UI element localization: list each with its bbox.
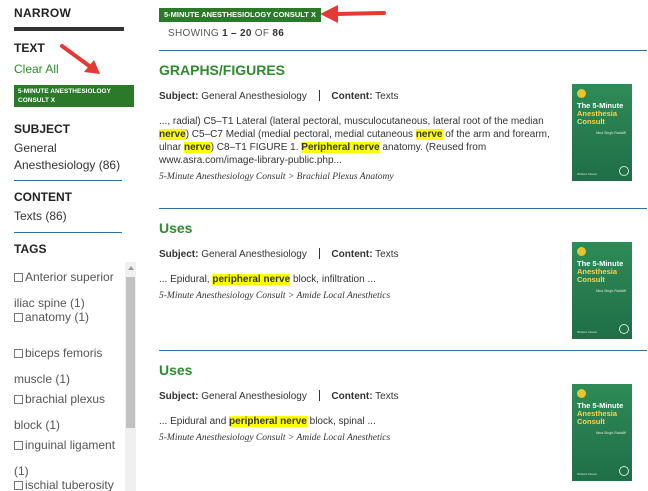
checkbox-icon[interactable] [14,273,23,282]
tag-filter-item[interactable]: Anterior superior iliac spine (1) [14,264,119,316]
narrow-divider [14,27,124,31]
result-snippet: ... Epidural, peripheral nerve block, in… [159,273,554,286]
search-highlight: Peripheral nerve [301,142,380,153]
publisher-logo-icon [577,89,586,98]
annotation-arrow-icon [60,44,100,74]
snippet-text: block, infiltration ... [290,274,376,285]
subject-label: Subject: [159,249,199,260]
result-title[interactable]: Uses [159,362,647,378]
search-highlight: nerve [159,129,186,140]
results-divider [159,350,647,351]
showing-label: SHOWING [168,28,219,39]
search-highlight: nerve [415,129,443,140]
search-highlight: peripheral nerve [212,274,291,285]
results-divider [159,50,647,51]
tag-label: ischial tuberosity [25,478,114,491]
cover-badge-icon [619,466,629,476]
snippet-text: ..., radial) C5–T1 Lateral (lateral pect… [159,116,544,127]
checkbox-icon[interactable] [14,349,23,358]
cover-publisher: Wolters Kluwer [577,472,598,476]
subject-value: General Anesthesiology [201,91,307,102]
showing-range: 1 – 20 [222,28,252,39]
cover-title: The 5-Minute Anesthesia Consult [577,259,624,284]
tags-filter-title: TAGS [14,242,47,256]
scroll-up-arrow-icon[interactable] [128,266,134,270]
showing-total: 86 [272,28,285,39]
content-label: Content: [331,391,373,402]
cover-editors: Nina Singh-Radcliff [596,431,626,435]
publisher-logo-icon [577,389,586,398]
active-filter-chip[interactable]: 5-MINUTE ANESTHESIOLOGY CONSULT X [14,85,134,107]
tag-label: Anterior superior iliac spine (1) [14,270,114,310]
book-cover-thumbnail[interactable]: The 5-Minute Anesthesia Consult Nina Singh… [572,84,632,181]
snippet-text: ... Epidural, [159,274,213,285]
tag-filter-item[interactable]: anatomy (1) [14,310,119,325]
meta-separator [318,90,320,101]
content-value: Texts [375,391,399,402]
active-filter-chip-top[interactable]: 5-MINUTE ANESTHESIOLOGY CONSULT X [159,8,321,22]
meta-separator [318,390,320,401]
tag-label: brachial plexus block (1) [14,392,106,432]
checkbox-icon[interactable] [14,313,23,322]
result-title[interactable]: Uses [159,220,647,236]
result-snippet: ... Epidural and peripheral nerve block,… [159,415,554,428]
snippet-text: block, spinal ... [306,416,376,427]
search-highlight: peripheral nerve [229,416,307,427]
content-filter-title: CONTENT [14,190,72,204]
content-value: Texts [375,249,399,260]
search-highlight: nerve [184,142,211,153]
checkbox-icon[interactable] [14,441,23,450]
subject-label: Subject: [159,91,199,102]
tag-filter-item[interactable]: brachial plexus block (1) [14,386,119,438]
checkbox-icon[interactable] [14,481,23,490]
content-divider [14,232,122,233]
of-label: OF [254,28,270,39]
result-title[interactable]: GRAPHS/FIGURES [159,62,647,78]
cover-publisher: Wolters Kluwer [577,172,598,176]
subject-filter-option[interactable]: General Anesthesiology (86) [14,140,129,174]
book-cover-thumbnail[interactable]: The 5-Minute Anesthesia Consult Nina Singh… [572,384,632,481]
content-value: Texts [375,91,399,102]
cover-publisher: Wolters Kluwer [577,330,598,334]
content-label: Content: [331,249,373,260]
tag-filter-item[interactable]: ischial tuberosity [14,478,119,491]
cover-title: The 5-Minute Anesthesia Consult [577,101,624,126]
cover-badge-icon [619,324,629,334]
cover-editors: Nina Singh-Radcliff [596,131,626,135]
checkbox-icon[interactable] [14,395,23,404]
content-filter-option[interactable]: Texts (86) [14,208,67,225]
result-snippet: ..., radial) C5–T1 Lateral (lateral pect… [159,115,554,167]
tag-filter-item[interactable]: inguinal ligament (1) [14,432,119,484]
tags-scrollbar-thumb[interactable] [126,277,135,428]
tag-filter-item[interactable]: biceps femoris muscle (1) [14,340,119,392]
cover-editors: Nina Singh-Radcliff [596,289,626,293]
content-label: Content: [331,91,373,102]
cover-badge-icon [619,166,629,176]
subject-divider [14,180,122,181]
subject-value: General Anesthesiology [201,391,307,402]
subject-filter-title: SUBJECT [14,122,71,136]
tag-label: anatomy (1) [25,310,90,324]
cover-title: The 5-Minute Anesthesia Consult [577,401,624,426]
book-cover-thumbnail[interactable]: The 5-Minute Anesthesia Consult Nina Singh… [572,242,632,339]
subject-value: General Anesthesiology [201,249,307,260]
tag-label: biceps femoris muscle (1) [14,346,103,386]
publisher-logo-icon [577,247,586,256]
results-count: SHOWING 1 – 20 OF 86 [168,28,284,39]
snippet-text: ) C5–C7 Medial (medial pectoral, medial … [185,129,416,140]
annotation-arrow-icon [320,5,386,23]
subject-label: Subject: [159,391,199,402]
tag-label: inguinal ligament (1) [14,438,116,478]
narrow-title: NARROW [14,6,72,20]
meta-separator [318,248,320,259]
snippet-text: ... Epidural and [159,416,230,427]
text-filter-title: TEXT [14,41,45,55]
results-divider [159,208,647,209]
snippet-text: ) C8–T1 FIGURE 1. [210,142,302,153]
clear-all-link[interactable]: Clear All [14,62,59,76]
